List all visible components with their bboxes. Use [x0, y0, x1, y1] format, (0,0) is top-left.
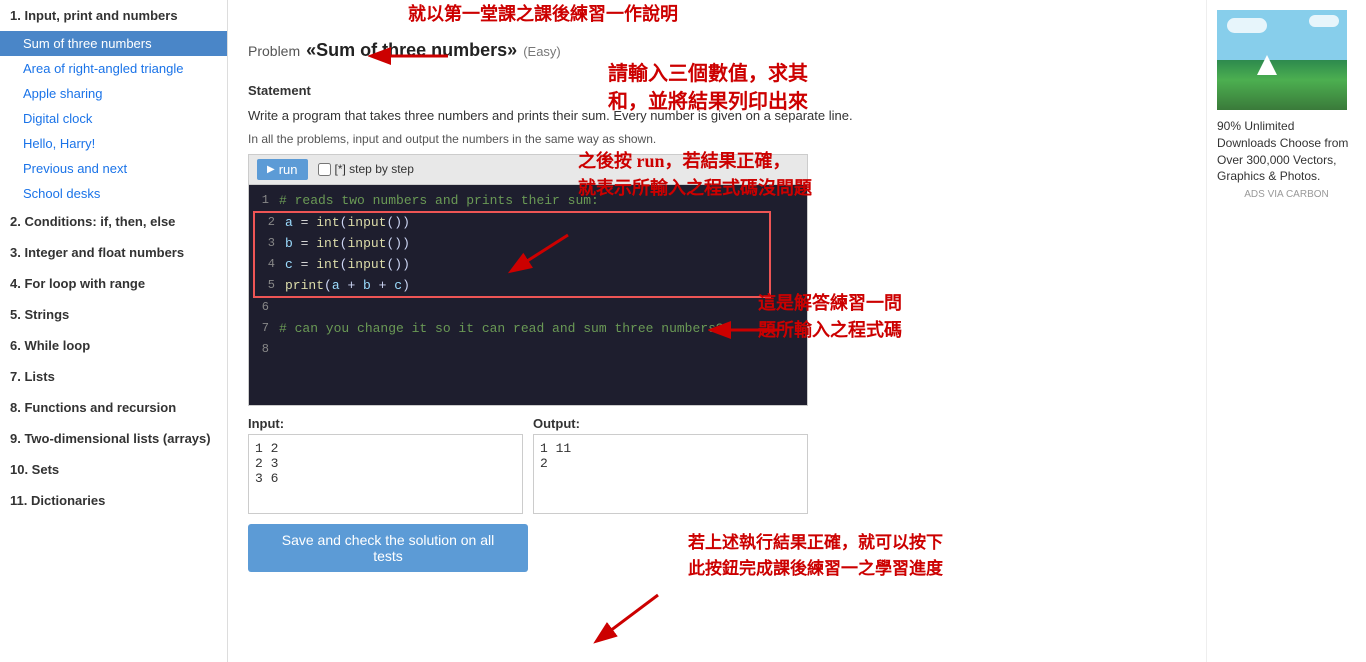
cloud-2 — [1309, 15, 1339, 27]
ad-text: 90% Unlimited Downloads Choose from Over… — [1217, 118, 1356, 185]
play-icon: ▶ — [267, 164, 275, 175]
output-row-2: 2 — [540, 456, 801, 471]
output-row-1: 1 11 — [540, 441, 801, 456]
input-row-1: 1 2 — [255, 441, 516, 456]
sidebar-item-hello-harry[interactable]: Hello, Harry! — [0, 131, 227, 156]
input-box: Input: 1 2 2 3 3 6 — [248, 416, 523, 514]
sidebar-section-9[interactable]: 9. Two-dimensional lists (arrays) — [0, 423, 227, 454]
input-content: 1 2 2 3 3 6 — [248, 434, 523, 514]
code-line-7: 7 # can you change it so it can read and… — [249, 319, 807, 340]
input-row-3: 3 6 — [255, 471, 516, 486]
annotation-save: 若上述執行結果正確，就可以按下 此按鈕完成課後練習一之學習進度 — [688, 530, 943, 581]
in-all-problems: In all the problems, input and output th… — [248, 132, 1186, 146]
input-label: Input: — [248, 416, 523, 431]
problem-prefix: Problem — [248, 43, 300, 59]
output-label: Output: — [533, 416, 808, 431]
sidebar-item-previous-and-next[interactable]: Previous and next — [0, 156, 227, 181]
sidebar-section-10[interactable]: 10. Sets — [0, 454, 227, 485]
sidebar-item-sum-of-three[interactable]: Sum of three numbers — [0, 31, 227, 56]
cloud-1 — [1227, 18, 1267, 33]
ads-via: ADS VIA CARBON — [1217, 189, 1356, 200]
sidebar-item-school-desks[interactable]: School desks — [0, 181, 227, 206]
code-line-4: 4 c = int(input()) — [255, 255, 769, 276]
step-by-step-checkbox[interactable] — [318, 163, 331, 176]
statement-text: Write a program that takes three numbers… — [248, 106, 1186, 126]
sidebar-section-11[interactable]: 11. Dictionaries — [0, 485, 227, 516]
sidebar-section-8[interactable]: 8. Functions and recursion — [0, 392, 227, 423]
sidebar-section-7[interactable]: 7. Lists — [0, 361, 227, 392]
editor-container: ▶ run [*] step by step 1 # reads two num… — [248, 154, 808, 406]
output-box: Output: 1 11 2 — [533, 416, 808, 514]
io-container: Input: 1 2 2 3 3 6 Output: 1 11 2 — [248, 416, 808, 514]
statement-label: Statement — [248, 83, 311, 98]
sidebar-section-1[interactable]: 1. Input, print and numbers — [0, 0, 227, 31]
code-line-5: 5 print(a + b + c) — [255, 276, 769, 297]
ad-image — [1217, 10, 1347, 110]
save-button[interactable]: Save and check the solution on all tests — [248, 524, 528, 572]
sidebar-item-digital-clock[interactable]: Digital clock — [0, 106, 227, 131]
code-line-3: 3 b = int(input()) — [255, 234, 769, 255]
sidebar-section-6[interactable]: 6. While loop — [0, 330, 227, 361]
run-button[interactable]: ▶ run — [257, 159, 308, 180]
code-editor[interactable]: 1 # reads two numbers and prints their s… — [249, 185, 807, 405]
right-sidebar: 90% Unlimited Downloads Choose from Over… — [1206, 0, 1366, 662]
sidebar-section-2[interactable]: 2. Conditions: if, then, else — [0, 206, 227, 237]
editor-toolbar: ▶ run [*] step by step — [249, 155, 807, 185]
sidebar-section-4[interactable]: 4. For loop with range — [0, 268, 227, 299]
code-line-1: 1 # reads two numbers and prints their s… — [249, 191, 807, 212]
sidebar: 1. Input, print and numbers Sum of three… — [0, 0, 228, 662]
sailboat-icon — [1257, 55, 1277, 75]
sidebar-section-5[interactable]: 5. Strings — [0, 299, 227, 330]
sidebar-item-area-right-triangle[interactable]: Area of right-angled triangle — [0, 56, 227, 81]
problem-title: «Sum of three numbers» — [306, 40, 517, 61]
code-line-6: 6 — [249, 298, 807, 319]
arrow-save — [578, 590, 678, 650]
main-content: 就以第一堂課之課後練習一作說明 Problem «Sum of three nu… — [228, 0, 1206, 662]
code-line-2: 2 a = int(input()) — [255, 213, 769, 234]
problem-difficulty: (Easy) — [523, 44, 561, 59]
code-line-8: 8 — [249, 340, 807, 361]
annotation-title: 就以第一堂課之課後練習一作說明 — [408, 0, 678, 26]
sidebar-section-3[interactable]: 3. Integer and float numbers — [0, 237, 227, 268]
step-by-step-label[interactable]: [*] step by step — [318, 162, 414, 176]
output-content: 1 11 2 — [533, 434, 808, 514]
input-row-2: 2 3 — [255, 456, 516, 471]
sidebar-item-apple-sharing[interactable]: Apple sharing — [0, 81, 227, 106]
